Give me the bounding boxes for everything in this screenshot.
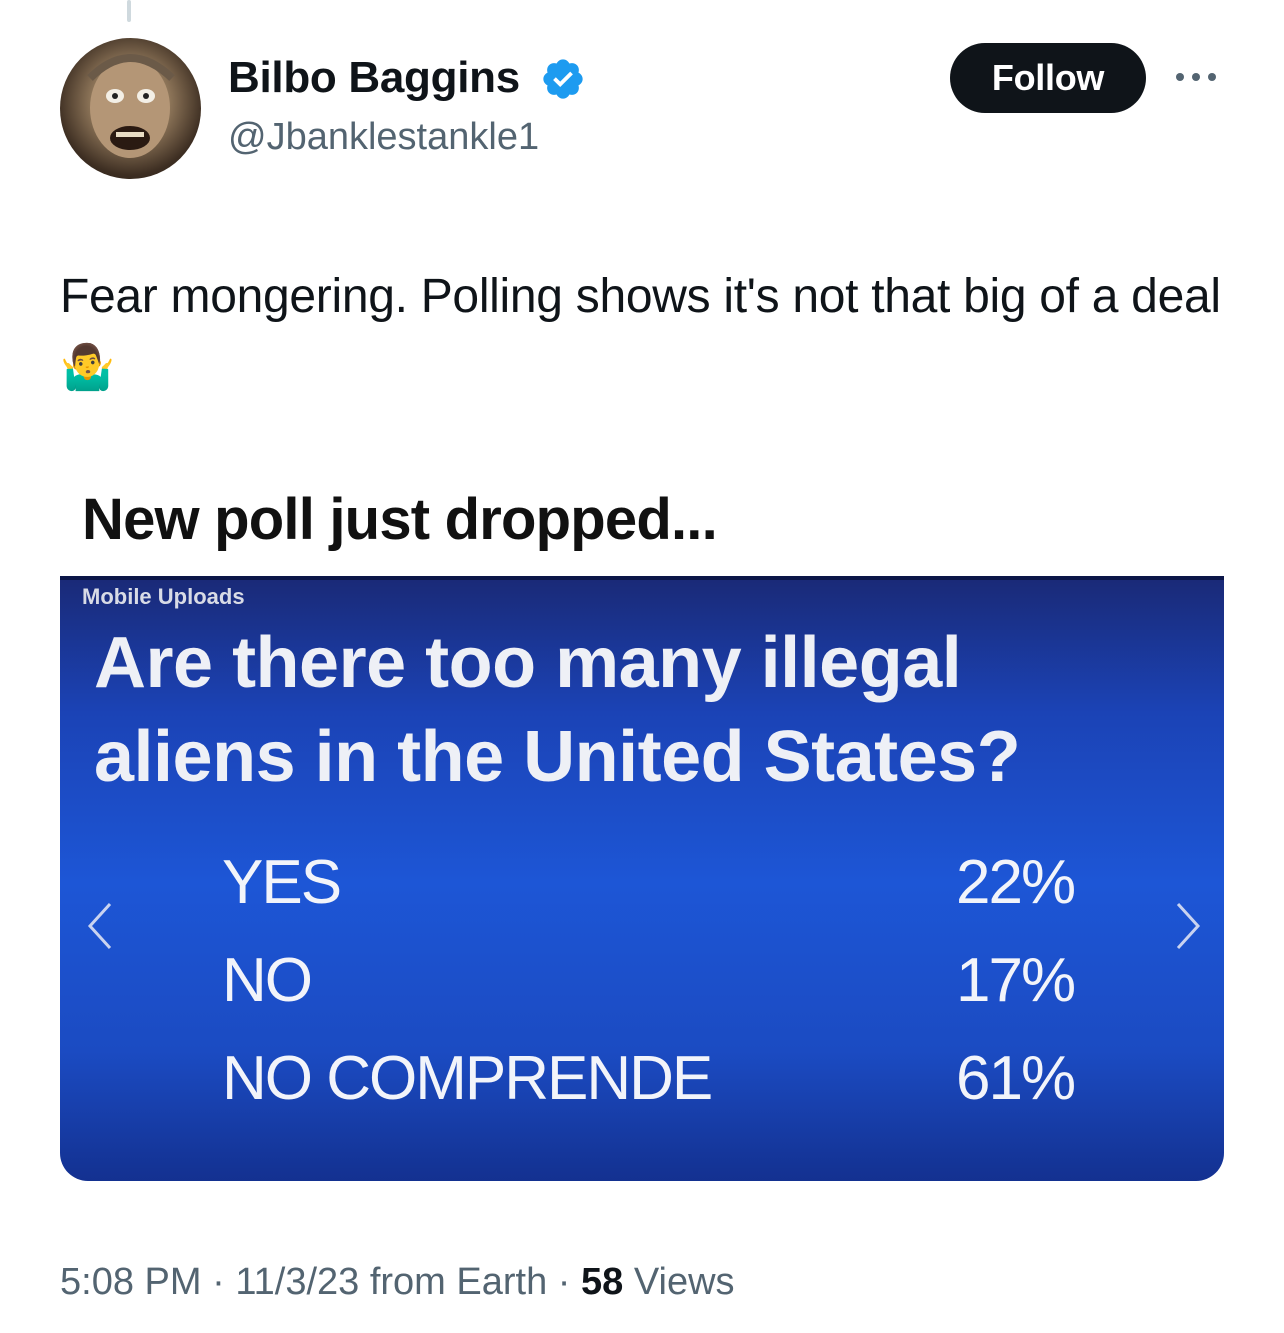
follow-button[interactable]: Follow — [950, 43, 1146, 113]
tweet-body: Fear mongering. Polling shows it's not t… — [60, 270, 1221, 323]
meta-separator: · — [201, 1261, 236, 1303]
views-label: Views — [633, 1261, 735, 1303]
views-count: 58 — [581, 1261, 624, 1303]
tweet-media-image[interactable]: New poll just dropped... Mobile Uploads … — [60, 466, 1224, 1181]
verified-badge-icon — [543, 59, 583, 99]
avatar-face-icon — [87, 54, 175, 158]
tweet-text: Fear mongering. Polling shows it's not t… — [60, 262, 1240, 403]
poll-question-line-1: Are there too many illegal — [94, 623, 962, 703]
mobile-uploads-label: Mobile Uploads — [82, 584, 245, 609]
avatar[interactable] — [60, 38, 201, 179]
author-handle[interactable]: @Jbanklestankle1 — [228, 114, 539, 160]
meta-separator: · — [547, 1261, 581, 1303]
tweet-metadata: 5:08 PM · 11/3/23 from Earth · 58 Views — [60, 1258, 735, 1306]
poll-screen: Mobile Uploads Are there too many illega… — [60, 576, 1224, 1181]
poll-option-value: 61% — [956, 1044, 1076, 1113]
more-horizontal-icon[interactable] — [1172, 64, 1220, 90]
poll-option-label: YES — [222, 848, 342, 917]
media-caption: New poll just dropped... — [82, 487, 718, 552]
poll-option-value: 22% — [956, 848, 1076, 917]
poll-question-line-2: aliens in the United States? — [94, 717, 1021, 797]
poll-question: Are there too many illegal aliens in the… — [94, 616, 1224, 804]
thread-connector-line — [127, 0, 131, 22]
shrug-emoji-icon: 🤷‍♂️ — [60, 342, 115, 393]
poll-option-value: 17% — [956, 946, 1076, 1015]
tweet-date-source: 11/3/23 from Earth — [235, 1261, 548, 1303]
poll-option-label: NO — [222, 946, 313, 1015]
chevron-left-icon[interactable] — [80, 896, 120, 956]
author-display-name[interactable]: Bilbo Baggins — [228, 52, 520, 104]
chevron-right-icon[interactable] — [1168, 896, 1208, 956]
tweet-time[interactable]: 5:08 PM — [60, 1261, 202, 1303]
poll-option-label: NO COMPRENDE — [222, 1044, 713, 1113]
